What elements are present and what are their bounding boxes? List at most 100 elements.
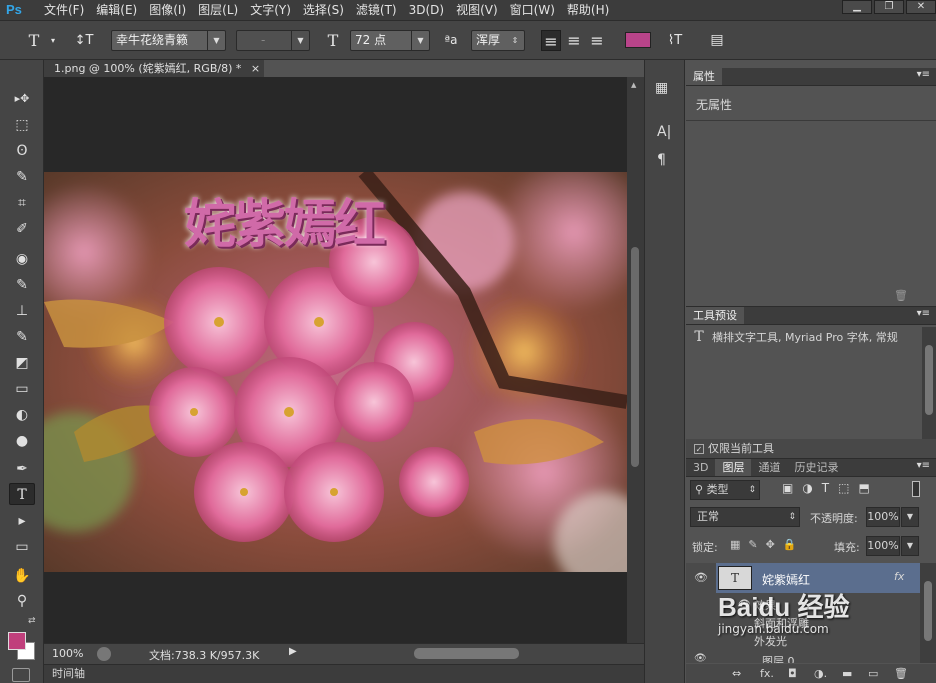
panel-menu-icon[interactable]: ▾≡ — [917, 308, 930, 319]
eye-icon[interactable]: 👁 — [738, 599, 751, 610]
trash-icon[interactable]: 🗑 — [894, 289, 908, 302]
gradient-tool-icon[interactable]: ▭ — [9, 378, 35, 400]
history-brush-tool-icon[interactable]: ✎ — [9, 326, 35, 348]
align-right-button[interactable]: ≡ — [587, 30, 607, 51]
status-menu-icon[interactable] — [97, 647, 111, 661]
menu-3d[interactable]: 3D(D) — [403, 0, 450, 20]
tab-tool-presets[interactable]: 工具预设 — [686, 307, 744, 324]
filter-toggle-switch[interactable] — [912, 481, 920, 497]
scroll-up-icon[interactable]: ▲ — [631, 81, 636, 89]
menu-image[interactable]: 图像(I) — [143, 0, 192, 20]
eye-icon[interactable]: 👁 — [694, 571, 708, 584]
crop-tool-icon[interactable]: ⌗ — [9, 192, 35, 214]
type-tool-icon[interactable]: T — [9, 483, 35, 505]
layer-name[interactable]: 姹紫嫣红 — [762, 571, 810, 588]
tab-layers[interactable]: 图层 — [715, 459, 752, 476]
bevel-emboss-effect[interactable]: 斜面和浮雕 — [754, 615, 809, 631]
tab-history[interactable]: 历史记录 — [787, 459, 845, 476]
align-center-button[interactable]: ≡ — [564, 30, 584, 51]
rectangle-tool-icon[interactable]: ▭ — [9, 536, 35, 558]
canvas-image[interactable]: 姹紫嫣红 — [44, 172, 627, 572]
fill-input[interactable]: 100% — [866, 536, 900, 556]
eye-icon[interactable]: 👁 — [694, 653, 707, 663]
menu-view[interactable]: 视图(V) — [450, 0, 504, 20]
menu-type[interactable]: 文字(Y) — [244, 0, 297, 20]
text-color-swatch[interactable] — [625, 32, 651, 48]
font-size-select[interactable]: 72 点 ▼ — [350, 30, 430, 51]
marquee-tool-icon[interactable]: ⬚ — [9, 114, 35, 136]
horizontal-scrollbar-thumb[interactable] — [414, 648, 519, 659]
canvas-area[interactable]: 姹紫嫣红 — [44, 77, 627, 643]
presets-scrollbar[interactable] — [922, 327, 936, 439]
move-tool-icon[interactable]: ▸✥ — [9, 88, 35, 110]
menu-layer[interactable]: 图层(L) — [192, 0, 244, 20]
eraser-tool-icon[interactable]: ◩ — [9, 352, 35, 374]
warp-text-icon[interactable]: ⌇T — [664, 30, 686, 51]
lock-icons[interactable]: ▦✎✥🔒 — [730, 538, 805, 551]
layer-filter-select[interactable]: ⚲ 类型 ⇕ — [690, 480, 760, 500]
scrollbar-thumb[interactable] — [631, 247, 639, 467]
tab-properties[interactable]: 属性 — [686, 68, 722, 85]
paragraph-panel-icon[interactable]: ¶ — [657, 152, 666, 168]
add-style-icon[interactable]: fx. — [760, 664, 774, 683]
scrollbar-thumb[interactable] — [925, 345, 933, 415]
menu-help[interactable]: 帮助(H) — [561, 0, 615, 20]
delete-layer-icon[interactable]: 🗑 — [894, 664, 908, 683]
layer-filter-icons[interactable]: ▣◑T⬚⬒ — [782, 481, 879, 495]
brush-tool-icon[interactable]: ✎ — [9, 274, 35, 296]
eyedropper-tool-icon[interactable]: ✐ — [9, 218, 35, 240]
layer-name[interactable]: 图层 0 — [762, 653, 795, 663]
dodge-tool-icon[interactable]: ● — [9, 430, 35, 452]
menu-edit[interactable]: 编辑(E) — [90, 0, 143, 20]
new-layer-icon[interactable]: ▭ — [868, 664, 878, 683]
type-tool-preset-button[interactable]: T — [22, 30, 46, 51]
vertical-scrollbar[interactable]: ▲ — [627, 77, 644, 643]
chevron-down-icon[interactable]: ▼ — [901, 507, 919, 527]
align-left-button[interactable]: ≡ — [541, 30, 561, 51]
document-tab[interactable]: 1.png @ 100% (姹紫嫣红, RGB/8) * × — [44, 60, 264, 77]
foreground-color-swatch[interactable] — [8, 632, 26, 650]
current-tool-checkbox[interactable]: ✓ — [694, 444, 704, 454]
properties-panel-icon[interactable]: ▦ — [655, 80, 668, 96]
lasso-tool-icon[interactable]: ʘ — [9, 140, 35, 162]
character-panel-icon[interactable]: A| — [657, 124, 671, 140]
tab-3d[interactable]: 3D — [686, 459, 715, 476]
close-window-button[interactable]: ✕ — [906, 0, 936, 14]
new-group-icon[interactable]: ▬ — [842, 664, 852, 683]
layers-scrollbar[interactable] — [920, 563, 936, 663]
panel-menu-icon[interactable]: ▾≡ — [917, 69, 930, 80]
outer-glow-effect[interactable]: 外发光 — [754, 633, 787, 649]
healing-brush-tool-icon[interactable]: ◉ — [9, 248, 35, 270]
menu-window[interactable]: 窗口(W) — [504, 0, 561, 20]
tab-channels[interactable]: 通道 — [751, 459, 787, 476]
hand-tool-icon[interactable]: ✋ — [9, 565, 35, 587]
chevron-down-icon[interactable]: ▾ — [48, 30, 58, 51]
menu-select[interactable]: 选择(S) — [297, 0, 350, 20]
text-orientation-icon[interactable]: ↕T — [72, 30, 96, 51]
antialias-select[interactable]: 浑厚 ⇕ — [471, 30, 525, 51]
quick-mask-icon[interactable] — [12, 668, 30, 682]
font-family-select[interactable]: 幸牛花绕青籁 ▼ — [111, 30, 226, 51]
preset-item[interactable]: T 横排文字工具, Myriad Pro 字体, 常规 — [686, 327, 920, 347]
scrollbar-thumb[interactable] — [924, 581, 932, 641]
zoom-level[interactable]: 100% — [52, 647, 83, 660]
blur-tool-icon[interactable]: ◐ — [9, 404, 35, 426]
menu-filter[interactable]: 滤镜(T) — [350, 0, 403, 20]
status-arrow-icon[interactable]: ▶ — [289, 646, 297, 657]
path-selection-tool-icon[interactable]: ▸ — [9, 510, 35, 532]
timeline-panel-tab[interactable]: 时间轴 — [44, 664, 644, 683]
panel-menu-icon[interactable]: ▾≡ — [917, 460, 930, 471]
fx-badge[interactable]: fx — [894, 570, 904, 583]
close-tab-icon[interactable]: × — [251, 62, 260, 75]
zoom-tool-icon[interactable]: ⚲ — [9, 590, 35, 612]
restore-button[interactable]: ❐ — [874, 0, 904, 14]
character-panel-icon[interactable]: ▤ — [706, 30, 728, 51]
chevron-down-icon[interactable]: ▼ — [901, 536, 919, 556]
link-layers-icon[interactable]: ⇔ — [732, 664, 741, 683]
blend-mode-select[interactable]: 正常 ⇕ — [690, 507, 800, 527]
add-mask-icon[interactable]: ◘ — [788, 664, 797, 683]
quick-select-tool-icon[interactable]: ✎ — [9, 166, 35, 188]
swap-colors-icon[interactable]: ⇄ — [28, 616, 36, 626]
opacity-input[interactable]: 100% — [866, 507, 900, 527]
canvas-text-layer[interactable]: 姹紫嫣红 — [184, 182, 386, 257]
